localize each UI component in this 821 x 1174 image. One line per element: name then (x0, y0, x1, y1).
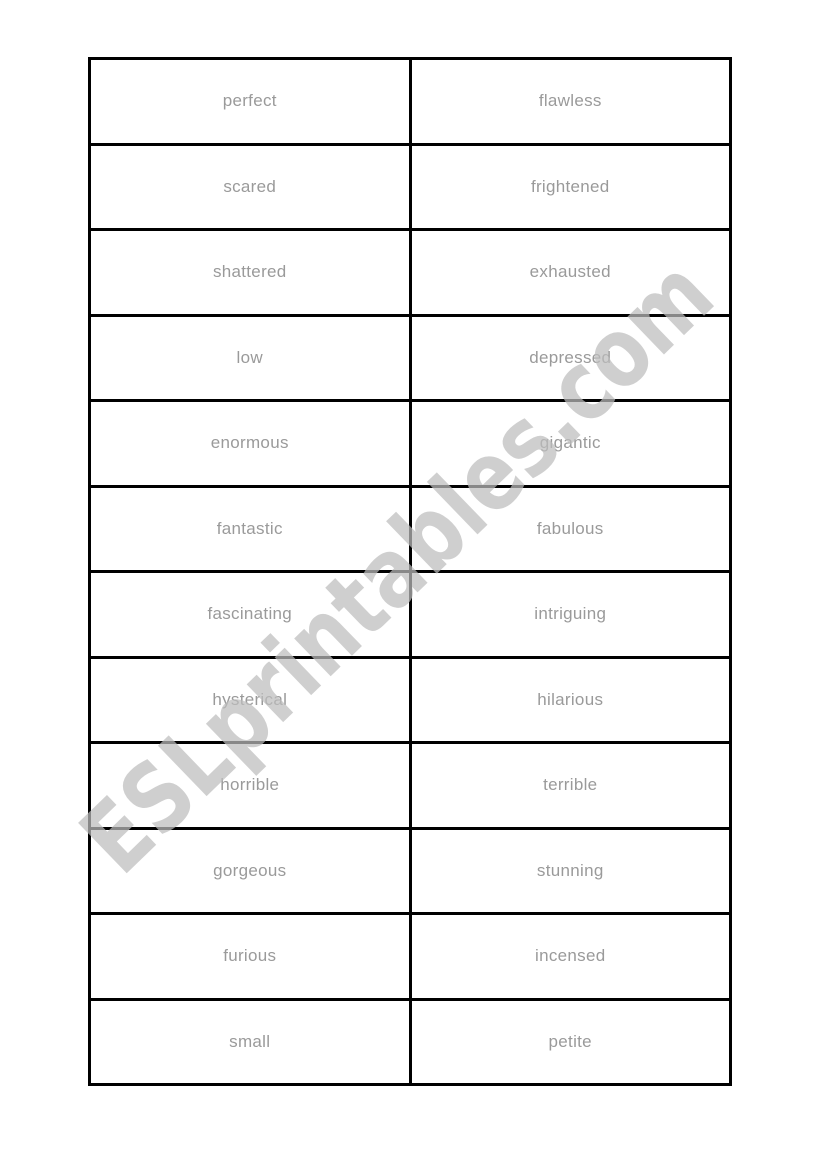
card-row: shattered exhausted (88, 228, 732, 317)
word-card-right: incensed (408, 912, 732, 1001)
card-row: fascinating intriguing (88, 570, 732, 659)
word-card-left: scared (88, 142, 412, 231)
word-card-left: gorgeous (88, 826, 412, 915)
word-card-right: exhausted (408, 228, 732, 317)
word-card-left: hysterical (88, 655, 412, 744)
card-row: enormous gigantic (88, 399, 732, 488)
word-card-right: petite (408, 997, 732, 1086)
word-card-sheet: perfect flawless scared frightened shatt… (88, 57, 732, 1086)
word-card-left: perfect (88, 57, 412, 146)
word-cards-table: perfect flawless scared frightened shatt… (88, 57, 732, 1086)
word-card-left: shattered (88, 228, 412, 317)
card-row: gorgeous stunning (88, 826, 732, 915)
word-card-right: stunning (408, 826, 732, 915)
card-row: perfect flawless (88, 57, 732, 146)
word-card-right: gigantic (408, 399, 732, 488)
word-card-left: low (88, 313, 412, 402)
card-row: furious incensed (88, 912, 732, 1001)
word-card-right: terrible (408, 741, 732, 830)
word-card-left: fantastic (88, 484, 412, 573)
word-card-left: furious (88, 912, 412, 1001)
word-card-right: intriguing (408, 570, 732, 659)
card-row: fantastic fabulous (88, 484, 732, 573)
word-card-left: fascinating (88, 570, 412, 659)
card-row: low depressed (88, 313, 732, 402)
word-card-left: enormous (88, 399, 412, 488)
word-card-right: fabulous (408, 484, 732, 573)
word-card-right: hilarious (408, 655, 732, 744)
word-card-right: flawless (408, 57, 732, 146)
word-card-right: depressed (408, 313, 732, 402)
word-card-left: horrible (88, 741, 412, 830)
card-row: horrible terrible (88, 741, 732, 830)
card-row: scared frightened (88, 142, 732, 231)
card-row: small petite (88, 997, 732, 1086)
word-cards-body: perfect flawless scared frightened shatt… (88, 57, 732, 1086)
word-card-right: frightened (408, 142, 732, 231)
word-card-left: small (88, 997, 412, 1086)
card-row: hysterical hilarious (88, 655, 732, 744)
